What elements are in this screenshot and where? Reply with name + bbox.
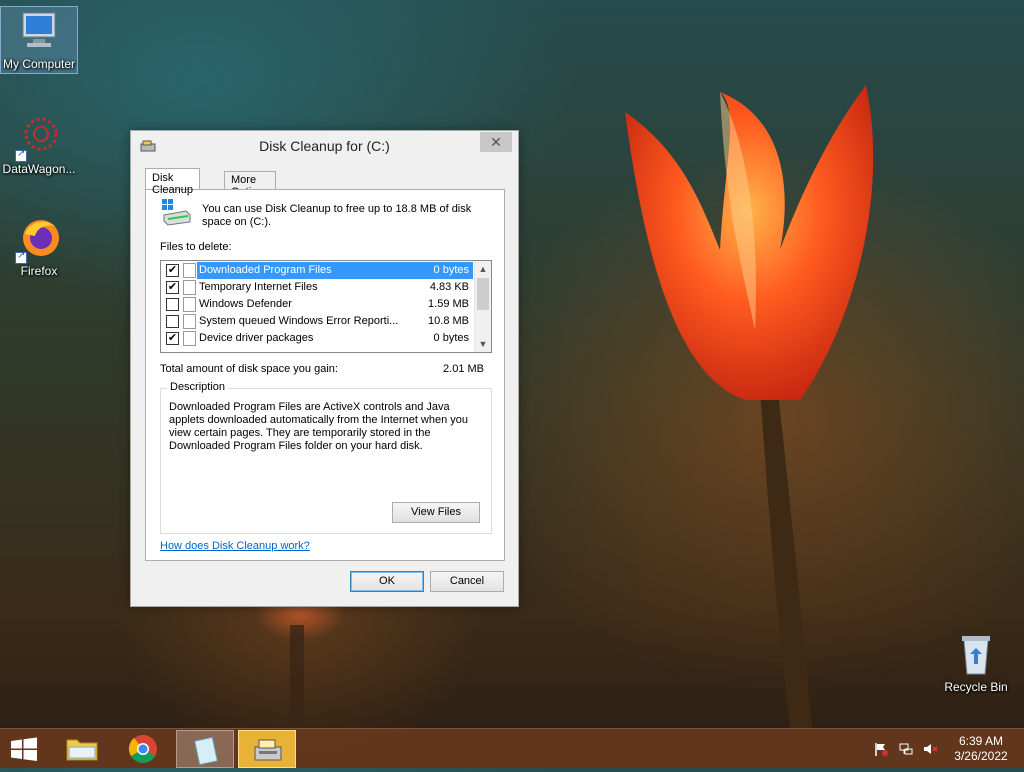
system-clock[interactable]: 6:39 AM 3/26/2022 xyxy=(946,734,1016,764)
desktop-icon-my-computer[interactable]: My Computer xyxy=(0,6,78,74)
files-list-scrollbar[interactable]: ▲ ▼ xyxy=(474,261,491,352)
file-category-name: Temporary Internet Files xyxy=(199,281,318,293)
description-legend: Description xyxy=(167,381,229,393)
action-center-flag-icon[interactable] xyxy=(873,741,889,757)
recycle-bin-icon xyxy=(952,630,1000,678)
file-category-size: 1.59 MB xyxy=(428,298,469,310)
list-item[interactable]: ✔ Temporary Internet Files 4.83 KB xyxy=(161,279,473,296)
desktop-icon-firefox[interactable]: Firefox xyxy=(0,214,78,278)
computer-icon xyxy=(15,7,63,55)
file-category-name: Downloaded Program Files xyxy=(199,264,332,276)
file-category-size: 0 bytes xyxy=(433,332,469,344)
checkbox[interactable] xyxy=(166,315,179,328)
shortcut-arrow-icon xyxy=(15,250,27,264)
scroll-down-icon[interactable]: ▼ xyxy=(475,336,491,352)
cleanup-summary: You can use Disk Cleanup to free up to 1… xyxy=(202,203,472,228)
checkbox[interactable]: ✔ xyxy=(166,332,179,345)
shortcut-arrow-icon xyxy=(15,148,27,162)
volume-muted-icon[interactable] xyxy=(922,741,938,757)
file-icon xyxy=(183,297,196,312)
taskbar: 6:39 AM 3/26/2022 xyxy=(0,728,1024,768)
files-to-delete-label: Files to delete: xyxy=(160,241,232,253)
chrome-icon xyxy=(128,735,157,763)
drive-icon xyxy=(160,197,192,227)
scrollbar-thumb[interactable] xyxy=(477,278,489,310)
description-text: Downloaded Program Files are ActiveX con… xyxy=(169,401,469,452)
close-icon: ✕ xyxy=(490,134,502,150)
file-category-size: 4.83 KB xyxy=(429,281,469,293)
list-item[interactable]: Windows Defender 1.59 MB xyxy=(161,296,473,313)
view-files-button[interactable]: View Files xyxy=(392,502,480,523)
folder-icon xyxy=(66,739,98,761)
device-driver-icon xyxy=(183,331,196,346)
windows-logo-icon xyxy=(11,737,37,761)
description-group: Description Downloaded Program Files are… xyxy=(160,381,492,534)
desktop-icon-label: Recycle Bin xyxy=(944,680,1008,694)
clock-time: 6:39 AM xyxy=(958,734,1004,748)
clock-date: 3/26/2022 xyxy=(954,749,1008,763)
dialog-titlebar[interactable]: Disk Cleanup for (C:) ✕ xyxy=(131,131,518,159)
datawagon-icon xyxy=(15,112,63,162)
file-category-size: 10.8 MB xyxy=(428,315,469,327)
network-icon[interactable] xyxy=(898,741,914,757)
taskbar-chrome[interactable] xyxy=(114,730,172,768)
taskbar-notepad[interactable] xyxy=(176,730,234,768)
desktop-icon-label: Firefox xyxy=(20,264,58,278)
desktop-icon-label: DataWagon... xyxy=(2,162,76,176)
close-button[interactable]: ✕ xyxy=(480,132,512,152)
dialog-title: Disk Cleanup for (C:) xyxy=(259,138,390,154)
list-item[interactable]: ✔ Downloaded Program Files 0 bytes xyxy=(161,262,473,279)
checkbox[interactable] xyxy=(166,298,179,311)
taskbar-file-explorer[interactable] xyxy=(53,730,111,768)
file-icon xyxy=(183,314,196,329)
start-button[interactable] xyxy=(0,729,48,769)
file-category-name: System queued Windows Error Reporti... xyxy=(199,315,399,327)
desktop-icon-recycle-bin[interactable]: Recycle Bin xyxy=(936,630,1016,694)
tab-panel: You can use Disk Cleanup to free up to 1… xyxy=(145,189,505,561)
tab-more-options[interactable]: More Options xyxy=(224,171,276,198)
file-category-name: Windows Defender xyxy=(199,298,292,310)
tab-disk-cleanup[interactable]: Disk Cleanup xyxy=(145,168,200,196)
taskbar-disk-cleanup[interactable] xyxy=(238,730,296,768)
files-list[interactable]: ✔ Downloaded Program Files 0 bytes ✔ Tem… xyxy=(160,260,492,353)
scroll-up-icon[interactable]: ▲ xyxy=(475,261,491,277)
cancel-button[interactable]: Cancel xyxy=(430,571,504,592)
disk-cleanup-icon xyxy=(254,739,282,761)
space-gain-label: Total amount of disk space you gain: xyxy=(160,363,338,375)
file-category-size: 0 bytes xyxy=(433,264,469,276)
list-item[interactable]: System queued Windows Error Reporti... 1… xyxy=(161,313,473,330)
disk-cleanup-dialog: Disk Cleanup for (C:) ✕ Disk Cleanup Mor… xyxy=(130,130,519,607)
firefox-icon xyxy=(15,214,63,264)
checkbox[interactable]: ✔ xyxy=(166,264,179,277)
file-category-name: Device driver packages xyxy=(199,332,314,344)
checkbox[interactable]: ✔ xyxy=(166,281,179,294)
file-icon xyxy=(183,263,196,278)
desktop-icon-label: My Computer xyxy=(3,57,76,71)
ok-button[interactable]: OK xyxy=(350,571,424,592)
space-gain-value: 2.01 MB xyxy=(443,363,484,375)
list-item[interactable]: ✔ Device driver packages 0 bytes xyxy=(161,330,473,347)
notepad-icon xyxy=(194,736,218,766)
file-icon xyxy=(183,280,196,295)
desktop-icon-datawagon[interactable]: DataWagon... xyxy=(0,112,78,176)
help-link[interactable]: How does Disk Cleanup work? xyxy=(160,540,310,552)
